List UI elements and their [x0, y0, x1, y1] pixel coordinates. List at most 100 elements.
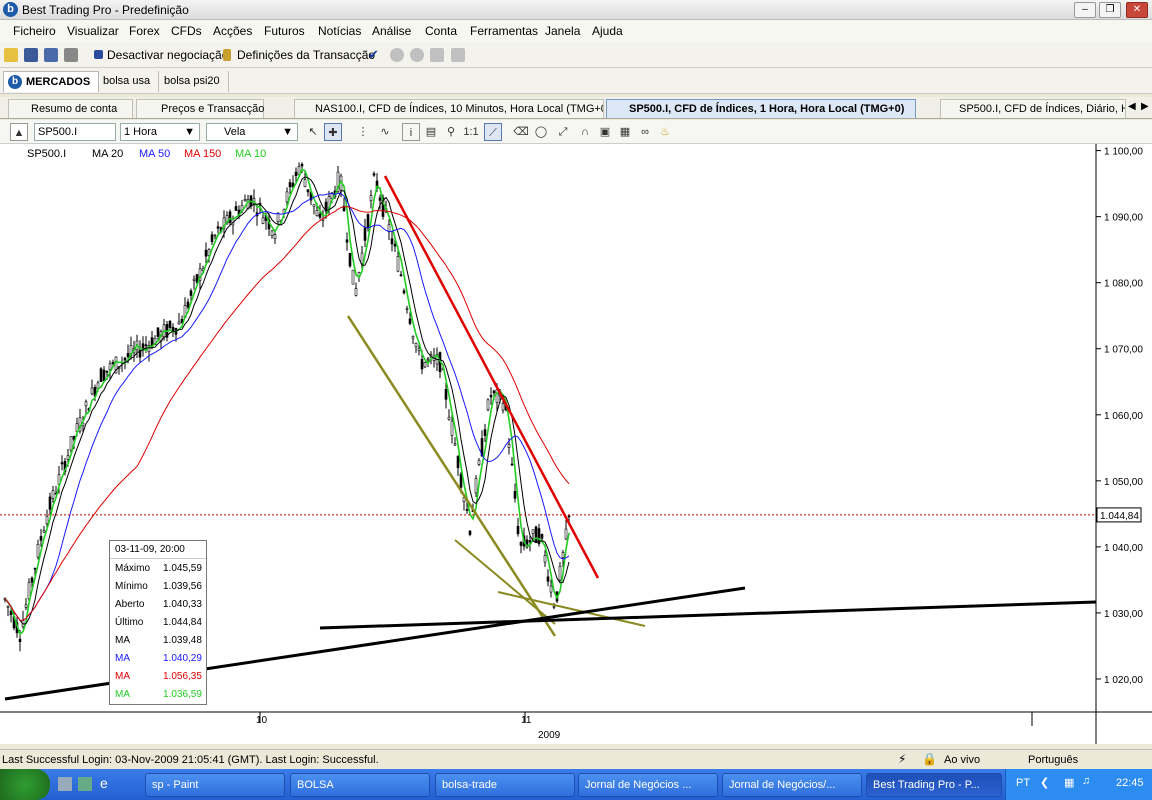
open-folder-icon[interactable] [4, 48, 18, 62]
tabs-scroll-left-icon[interactable]: ◀ [1128, 101, 1136, 112]
menu-noticias[interactable]: Notícias [318, 24, 361, 38]
taskbar-item-bolsa[interactable]: BOLSA [290, 773, 430, 797]
legend-ma10[interactable]: MA 10 [235, 148, 266, 160]
close-button[interactable]: ✕ [1126, 2, 1148, 18]
minimize-button[interactable]: – [1074, 2, 1096, 18]
print-icon[interactable] [64, 48, 78, 62]
candle-body [558, 566, 562, 581]
candle-body [51, 490, 55, 499]
taskbar-item-jornal-2[interactable]: Jornal de Negócios/... [722, 773, 862, 797]
candle-body [105, 370, 109, 373]
start-button[interactable] [0, 769, 50, 800]
window-icon[interactable]: ▣ [596, 123, 614, 141]
grid-icon[interactable]: ⋮ [354, 123, 372, 141]
menu-accoes[interactable]: Acções [213, 24, 252, 38]
collapse-up-icon[interactable]: ▲ [10, 123, 28, 141]
candle-body [6, 605, 10, 608]
candle-body [285, 191, 289, 203]
restore-button[interactable]: ❐ [1099, 2, 1121, 18]
crosshair-icon[interactable]: ✚ [324, 123, 342, 141]
timeframe-select[interactable]: 1 Hora ▼ [120, 123, 200, 141]
language-status[interactable]: Português [1028, 754, 1078, 766]
menu-conta[interactable]: Conta [425, 24, 457, 38]
candle-body [144, 344, 148, 347]
shape-icon[interactable]: ◯ [532, 123, 550, 141]
network-icon[interactable]: ▦ [1064, 776, 1074, 789]
menu-janela[interactable]: Janela [545, 24, 580, 38]
candle-body [312, 204, 316, 207]
tab-sp500-daily[interactable]: SP500.I, CFD de Índices, Diário, Hora [940, 99, 1126, 118]
candle-body [405, 308, 409, 310]
symbol-field[interactable]: SP500.I [34, 123, 116, 141]
tab-sp500-hourly[interactable]: SP500.I, CFD de Índices, 1 Hora, Hora Lo… [606, 99, 916, 118]
candle-body [66, 455, 70, 460]
candle-body [189, 290, 193, 296]
home-icon[interactable] [430, 48, 444, 62]
tab-nas100-chart[interactable]: NAS100.I, CFD de Índices, 10 Minutos, Ho… [294, 99, 604, 118]
info-icon[interactable]: i [402, 123, 420, 141]
alert-bell-icon[interactable]: ♨ [656, 123, 674, 141]
menu-forex[interactable]: Forex [129, 24, 160, 38]
candle-body [30, 577, 34, 583]
taskbar-item-best-trading[interactable]: Best Trading Pro - P... [866, 773, 1002, 797]
menu-futuros[interactable]: Futuros [264, 24, 305, 38]
chart-style-select[interactable]: Vela ▼ [206, 123, 298, 141]
tab-precos-transaccao[interactable]: Preços e Transacção [136, 99, 264, 118]
candle-body [228, 211, 232, 223]
candle-body [288, 182, 292, 188]
tab-mercados[interactable]: b MERCADOS [3, 71, 100, 92]
symbol-value: SP500.I [38, 126, 78, 138]
candle-body [447, 416, 451, 420]
show-desktop-icon[interactable] [58, 777, 72, 791]
zoom-reset-button[interactable]: 1:1 [462, 123, 480, 141]
back-icon[interactable] [390, 48, 404, 62]
quicklaunch-icon[interactable] [78, 777, 92, 791]
candle-body [192, 278, 196, 281]
zoom-fit-icon[interactable]: ▤ [422, 123, 440, 141]
chart-toolbar: ▲ SP500.I 1 Hora ▼ Vela ▼ ↖ ✚ ⋮ ∿ i ▤ ⚲ 1:… [0, 120, 1152, 144]
legend-ma20[interactable]: MA 20 [92, 148, 123, 160]
trendline-icon[interactable]: ⟋ [484, 123, 502, 141]
candle-body [513, 491, 517, 499]
candle-body [414, 342, 418, 348]
zoom-in-icon[interactable]: ⚲ [442, 123, 460, 141]
chart-area[interactable]: 1 100,00 1 090,00 1 080,00 1 070,00 1 060,00… [0, 144, 1152, 744]
link-icon[interactable]: ∞ [636, 123, 654, 141]
legend-symbol[interactable]: SP500.I [27, 148, 66, 160]
refresh-icon[interactable] [451, 48, 465, 62]
magnet-icon[interactable]: ∩ [576, 123, 594, 141]
taskbar-item-bolsa-trade[interactable]: bolsa-trade [435, 773, 575, 797]
infobox-value: 1.039,56 [163, 581, 202, 592]
candle-body [561, 552, 565, 558]
eraser-icon[interactable]: ⌫ [512, 123, 530, 141]
tabs-scroll-right-icon[interactable]: ▶ [1141, 101, 1149, 112]
menu-ficheiro[interactable]: Ficheiro [13, 24, 56, 38]
pointer-icon[interactable]: ↖ [304, 123, 322, 141]
template-icon[interactable]: ▦ [616, 123, 634, 141]
legend-ma50[interactable]: MA 50 [139, 148, 170, 160]
taskbar-item-paint[interactable]: sp - Paint [145, 773, 285, 797]
system-tray: PT ❮ ▦ ♫ 22:45 [1005, 769, 1152, 800]
deactivate-trading-button[interactable]: Desactivar negociação [107, 48, 228, 62]
forward-icon[interactable] [410, 48, 424, 62]
volume-icon[interactable]: ♫ [1082, 775, 1090, 787]
tab-bolsa-usa[interactable]: bolsa usa [95, 71, 160, 92]
checkmark-icon[interactable]: ✔ [368, 48, 382, 62]
chevron-left-icon[interactable]: ❮ [1040, 776, 1049, 789]
indicator-icon[interactable]: ∿ [376, 123, 394, 141]
menu-ajuda[interactable]: Ajuda [592, 24, 623, 38]
menu-ferramentas[interactable]: Ferramentas [470, 24, 538, 38]
internet-explorer-icon[interactable]: e [100, 775, 108, 791]
save-all-icon[interactable] [44, 48, 58, 62]
language-indicator[interactable]: PT [1016, 777, 1030, 789]
taskbar-item-jornal-1[interactable]: Jornal de Negócios ... [578, 773, 718, 797]
save-icon[interactable] [24, 48, 38, 62]
menu-analise[interactable]: Análise [372, 24, 411, 38]
legend-ma150[interactable]: MA 150 [184, 148, 221, 160]
menu-cfds[interactable]: CFDs [171, 24, 202, 38]
move-icon[interactable]: ⤢ [554, 123, 572, 141]
tab-bolsa-psi20[interactable]: bolsa psi20 [156, 71, 229, 92]
tab-resumo-de-conta[interactable]: Resumo de conta [8, 99, 133, 118]
menu-visualizar[interactable]: Visualizar [67, 24, 119, 38]
transaction-settings-button[interactable]: Definições da Transacção [237, 48, 375, 62]
